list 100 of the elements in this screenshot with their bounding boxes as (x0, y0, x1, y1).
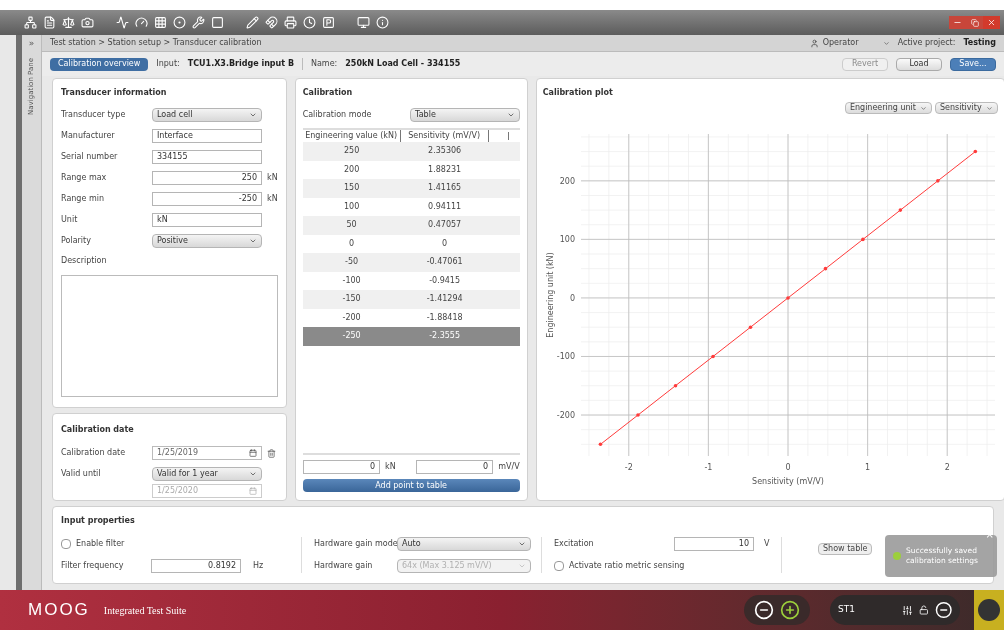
minus-icon[interactable] (754, 600, 774, 620)
x-tick-label: 0 (785, 463, 791, 472)
gauge-icon[interactable] (135, 16, 148, 29)
field-label: Unit (61, 214, 79, 226)
unit-label: mV/V (498, 461, 520, 473)
panel-title: Transducer information (61, 87, 168, 99)
checkbox[interactable] (61, 539, 71, 549)
square-icon[interactable] (211, 16, 224, 29)
y-tick-label: -200 (556, 411, 575, 420)
minus-icon[interactable] (934, 601, 952, 619)
input-field[interactable]: 250 (152, 171, 262, 185)
operator-dropdown[interactable]: Operator (809, 37, 890, 49)
input-field[interactable]: 0.8192 (151, 559, 241, 573)
clock-icon[interactable] (303, 16, 316, 29)
pencil-icon[interactable] (246, 16, 259, 29)
data-point (748, 325, 752, 329)
close-icon (987, 18, 996, 27)
input-field[interactable]: 334155 (152, 150, 262, 164)
x-tick-label: -2 (624, 463, 633, 472)
breadcrumb: Test station > Station setup > Transducer calibration (50, 37, 262, 49)
magnet-icon[interactable] (265, 16, 278, 29)
field-label: Excitation (554, 538, 595, 550)
table-cell-text: -250 (341, 330, 362, 343)
field-label: Hardware gain (314, 560, 374, 572)
dropdown[interactable]: Table (410, 108, 520, 122)
input-field[interactable]: 0 (302, 460, 380, 474)
table-cell-text: -150 (341, 293, 362, 306)
emergency-stop-icon[interactable] (974, 590, 1004, 630)
waveform-icon[interactable] (116, 16, 129, 29)
info-icon[interactable] (376, 16, 389, 29)
input-field[interactable]: Interface (152, 129, 262, 143)
header-button[interactable]: Load (896, 57, 942, 71)
input-label: Input: (156, 58, 180, 70)
input-field[interactable]: -250 (152, 192, 262, 206)
date-field[interactable]: 1/25/2019 (152, 446, 262, 460)
axis-dropdown[interactable]: Sensitivity (934, 102, 998, 114)
field-label: Range min (61, 193, 105, 205)
calendar-icon (249, 487, 257, 495)
brand-logo: MOOG (28, 599, 90, 622)
dropdown[interactable]: Valid for 1 year (152, 467, 262, 481)
document-icon[interactable] (43, 16, 56, 29)
close-button[interactable] (983, 16, 1000, 29)
data-point (635, 413, 640, 417)
parking-icon[interactable] (322, 16, 335, 29)
table-cell-text: 50 (345, 219, 358, 232)
project-name: Testing (963, 37, 996, 49)
dropdown[interactable]: Positive (152, 234, 262, 248)
data-point (710, 354, 715, 359)
description-field[interactable] (61, 275, 278, 397)
unit-label: kN (267, 172, 278, 184)
table-row[interactable]: 50 0.47057 (302, 216, 520, 235)
x-tick-label: -1 (704, 463, 712, 472)
maximize-button[interactable] (966, 16, 983, 29)
record-icon[interactable] (173, 16, 186, 29)
axis-dropdown[interactable]: Engineering unit (844, 102, 932, 114)
checkbox[interactable] (554, 561, 564, 571)
plus-icon[interactable] (780, 600, 800, 620)
input-field[interactable]: kN (152, 213, 262, 227)
show-table-button[interactable]: Show table (818, 543, 873, 555)
dropdown[interactable]: Auto (397, 537, 531, 551)
minimize-button[interactable] (949, 16, 966, 29)
table-cell-text: -100 (341, 274, 362, 287)
add-point-button[interactable]: Add point to table (302, 479, 520, 492)
table-row[interactable]: 150 1.41165 (302, 179, 520, 198)
x-tick-label: 2 (944, 463, 950, 472)
input-field[interactable]: 10 (674, 537, 754, 551)
caret-icon (249, 111, 257, 119)
calibration-overview-button[interactable]: Calibration overview (50, 57, 149, 71)
table-cell-text: 0.94111 (427, 200, 463, 213)
expand-button[interactable]: » (28, 35, 35, 52)
unit-label: V (764, 538, 770, 550)
delete-icon[interactable] (267, 448, 276, 458)
dropdown[interactable]: Load cell (152, 108, 262, 122)
input-field[interactable]: 0 (415, 460, 494, 474)
data-point (785, 296, 790, 300)
printer-icon[interactable] (284, 16, 297, 29)
network-icon[interactable] (24, 16, 37, 29)
success-icon (893, 552, 901, 560)
table-row[interactable]: -50 -0.47061 (302, 253, 520, 272)
panel-title: Input properties (61, 515, 136, 527)
header-button[interactable]: Save... (950, 57, 996, 71)
table-row[interactable]: 250 2.35306 (302, 142, 520, 161)
checkbox-label: Enable filter (76, 538, 125, 550)
unlock-icon[interactable] (918, 605, 929, 615)
caret-icon (249, 470, 257, 478)
grid-icon[interactable] (154, 16, 167, 29)
field-label: Manufacturer (61, 130, 116, 142)
y-tick-label: 0 (569, 293, 575, 303)
table-cell-text: -200 (341, 311, 362, 324)
sliders-icon[interactable] (902, 604, 913, 616)
table-cell-text: 150 (343, 182, 361, 195)
scale-icon[interactable] (62, 16, 75, 29)
data-point (860, 237, 865, 242)
monitor-icon[interactable] (357, 16, 370, 29)
restore-icon (970, 18, 979, 27)
wrench-icon[interactable] (192, 16, 205, 29)
table-cell-text: -1.88418 (425, 311, 464, 324)
table-row[interactable]: -150 -1.41294 (302, 290, 520, 309)
camera-icon[interactable] (81, 16, 94, 29)
input-value: TCU1.X3.Bridge input B (187, 58, 294, 70)
